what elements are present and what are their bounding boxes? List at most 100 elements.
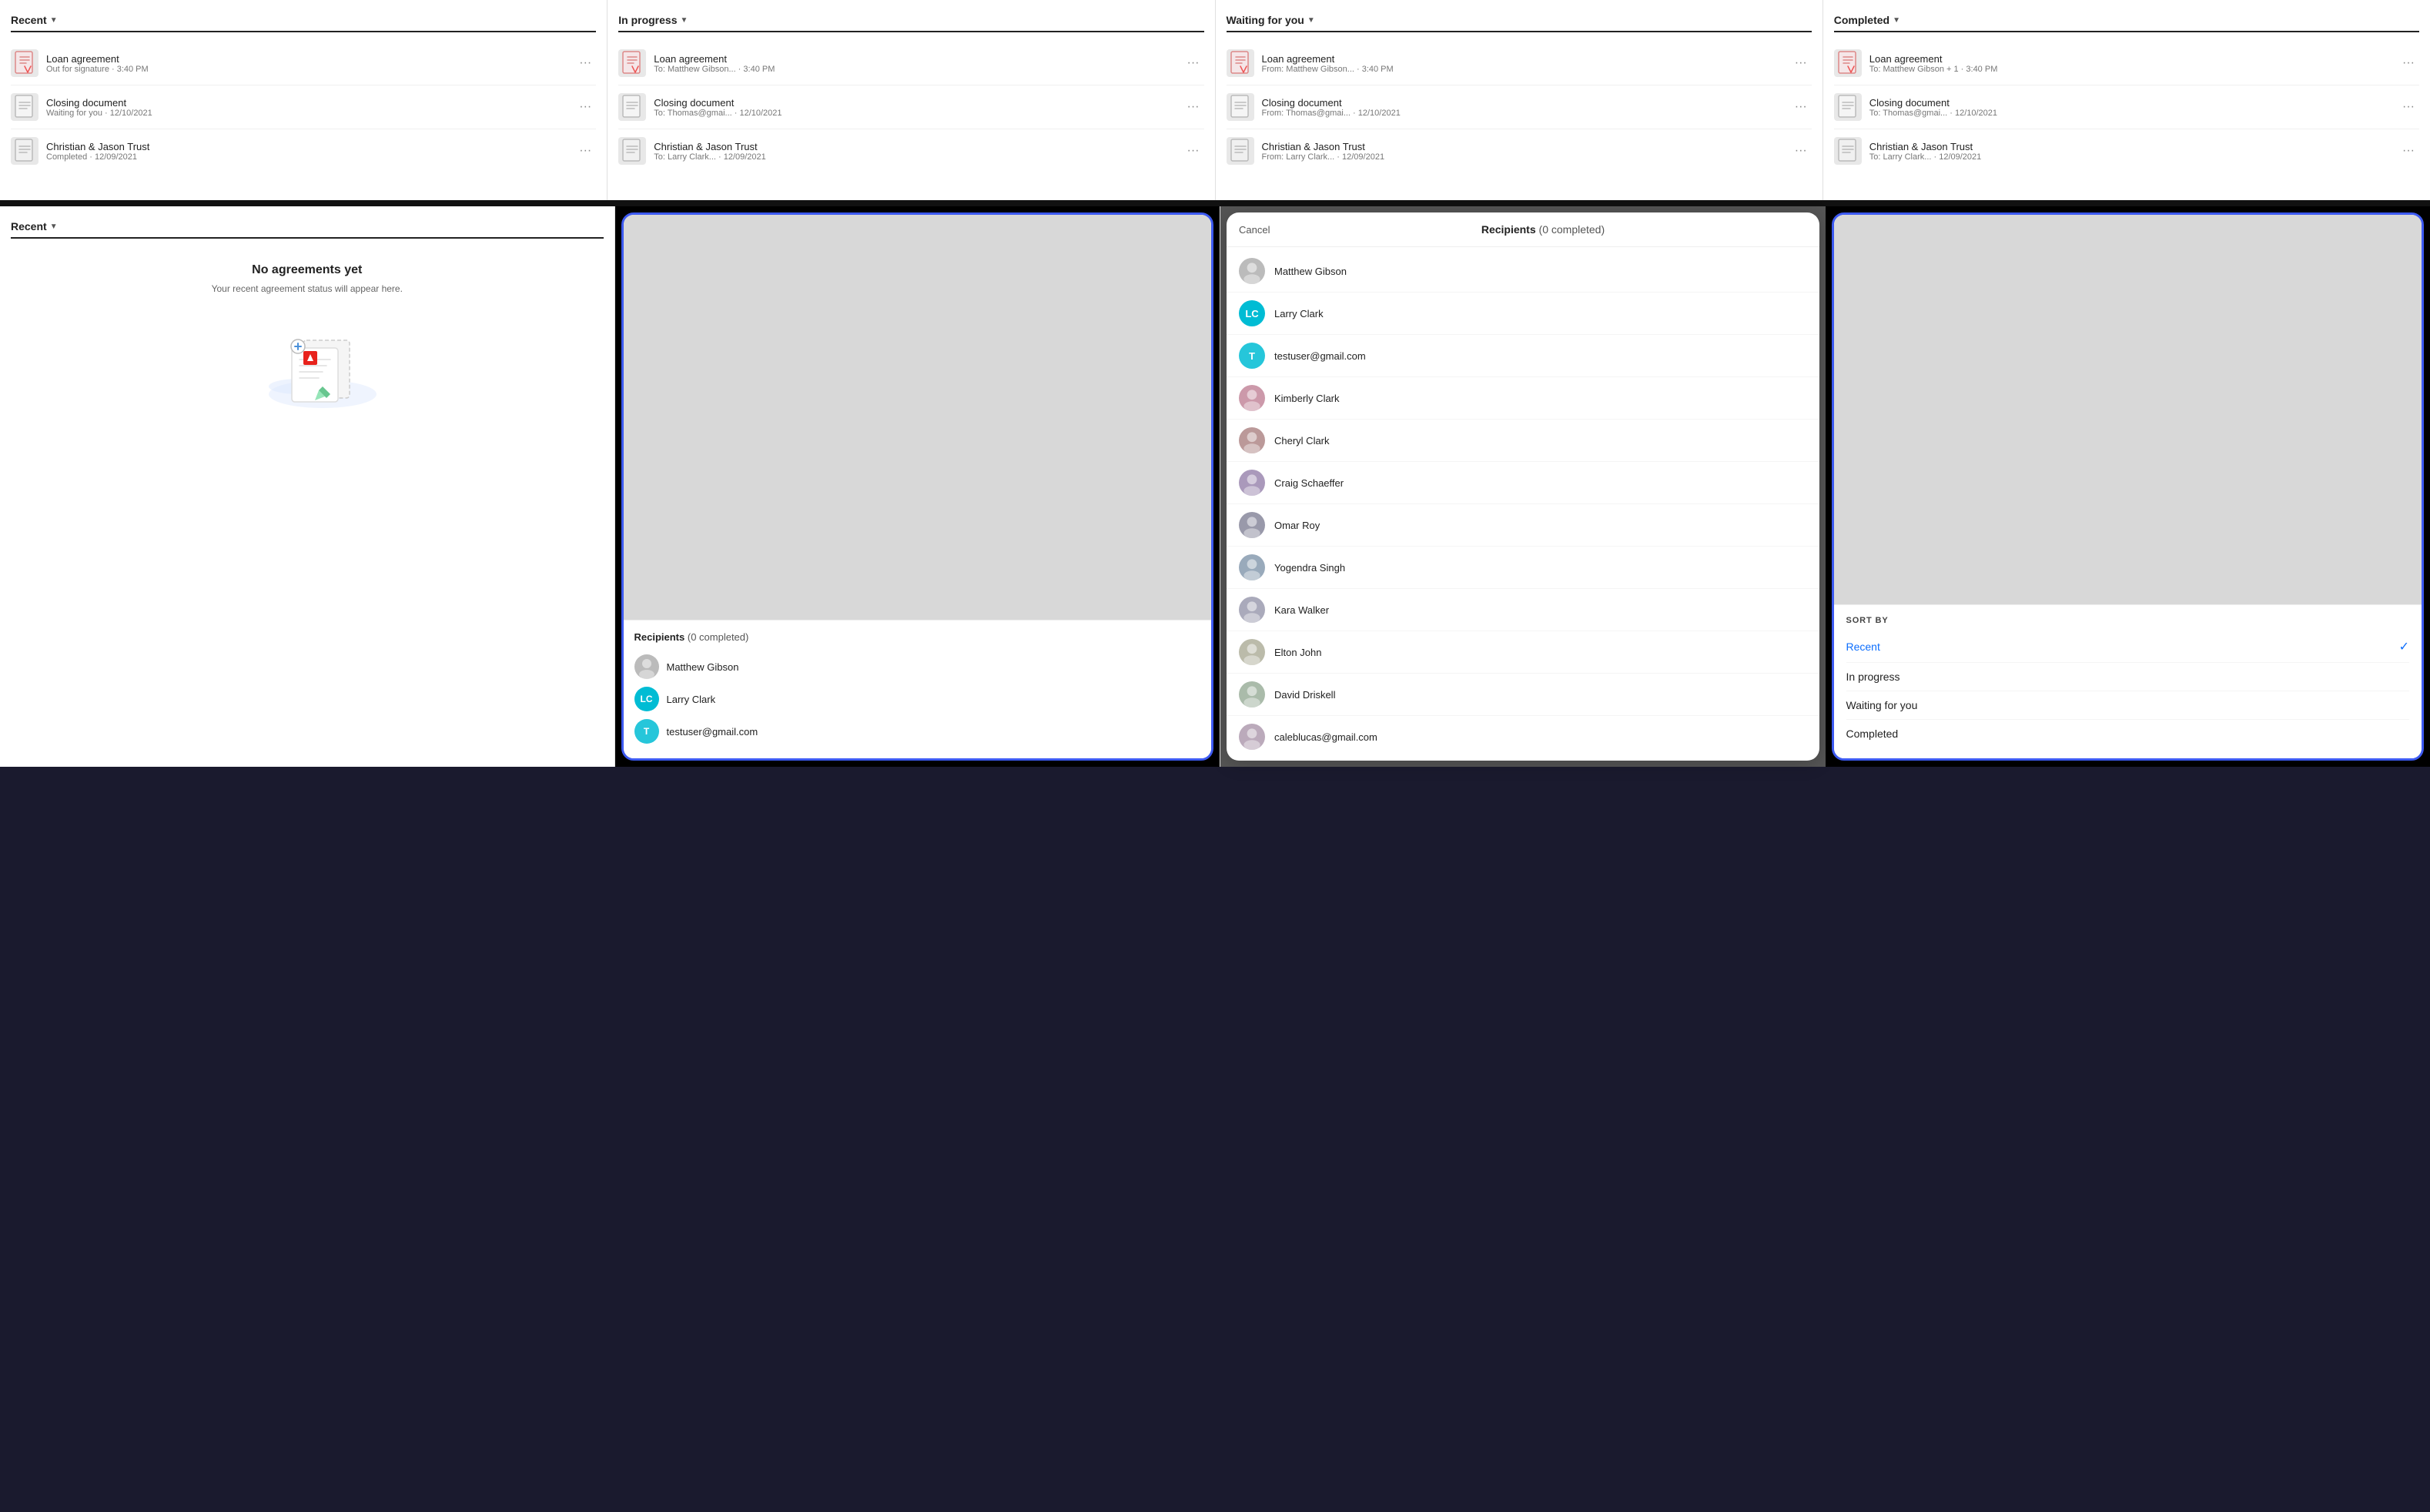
agreement-name: Loan agreement [1262, 53, 1782, 65]
empty-state: No agreements yet Your recent agreement … [11, 248, 604, 753]
agreement-sub: From: Thomas@gmai... · 12/10/2021 [1262, 109, 1782, 118]
sort-inner: SORT BY Recent ✓ In progress Waiting for… [1832, 212, 2425, 761]
top-panel-recent: Recent ▼ Loan agreement Out for signatur… [0, 0, 608, 200]
more-options-icon[interactable]: ··· [2398, 99, 2419, 115]
chevron-down-icon: ▼ [50, 222, 58, 231]
more-options-icon[interactable]: ··· [1790, 99, 1812, 115]
more-options-icon[interactable]: ··· [1790, 55, 1812, 72]
agreement-sub: Waiting for you · 12/10/2021 [46, 109, 567, 118]
modal-recipient-item-3[interactable]: Kimberly Clark [1227, 377, 1819, 420]
panel-header-in-progress[interactable]: In progress ▼ [618, 14, 1203, 32]
panel-header-title: Completed [1834, 14, 1889, 26]
agreement-name: Loan agreement [46, 53, 567, 65]
top-panel-completed: Completed ▼ Loan agreement To: Matthew G… [1823, 0, 2430, 200]
agreement-item-3-2[interactable]: Christian & Jason Trust To: Larry Clark.… [1834, 129, 2419, 172]
modal-recipient-item-11[interactable]: caleblucas@gmail.com [1227, 716, 1819, 758]
agreement-sub: Completed · 12/09/2021 [46, 152, 567, 162]
modal-recipient-item-5[interactable]: Craig Schaeffer [1227, 462, 1819, 504]
sort-checkmark-icon: ✓ [2399, 639, 2409, 654]
modal-recipient-name-9: Elton John [1274, 647, 1321, 658]
empty-panel-header[interactable]: Recent ▼ [11, 220, 604, 239]
panel-header-waiting-for-you[interactable]: Waiting for you ▼ [1227, 14, 1812, 32]
sort-option-0[interactable]: Recent ✓ [1846, 631, 2410, 663]
more-options-icon[interactable]: ··· [1183, 99, 1204, 115]
more-options-icon[interactable]: ··· [574, 99, 596, 115]
agreement-name: Closing document [46, 97, 567, 109]
bottom-row: Recent ▼ No agreements yet Your recent a… [0, 206, 2430, 767]
sort-option-label-1: In progress [1846, 671, 1900, 683]
agreement-sub: To: Thomas@gmai... · 12/10/2021 [1869, 109, 2390, 118]
modal-recipient-item-7[interactable]: Yogendra Singh [1227, 547, 1819, 589]
agreement-name: Closing document [1262, 97, 1782, 109]
modal-recipient-item-1[interactable]: LC Larry Clark [1227, 293, 1819, 335]
modal-recipient-name-2: testuser@gmail.com [1274, 350, 1366, 362]
agreement-sub: From: Larry Clark... · 12/09/2021 [1262, 152, 1782, 162]
agreement-item-3-1[interactable]: Closing document To: Thomas@gmai... · 12… [1834, 85, 2419, 129]
top-panel-waiting-for-you: Waiting for you ▼ Loan agreement From: M… [1216, 0, 1823, 200]
agreement-info: Closing document To: Thomas@gmai... · 12… [654, 97, 1174, 118]
agreement-item-0-0[interactable]: Loan agreement Out for signature · 3:40 … [11, 42, 596, 85]
agreement-sub: To: Thomas@gmai... · 12/10/2021 [654, 109, 1174, 118]
modal-card: Cancel Recipients (0 completed) Matthew … [1227, 212, 1819, 761]
recipient-name: Larry Clark [667, 694, 716, 705]
sort-option-label-2: Waiting for you [1846, 699, 1918, 711]
sort-option-3[interactable]: Completed [1846, 720, 2410, 748]
modal-recipient-item-6[interactable]: Omar Roy [1227, 504, 1819, 547]
more-options-icon[interactable]: ··· [574, 55, 596, 72]
agreement-item-1-0[interactable]: Loan agreement To: Matthew Gibson... · 3… [618, 42, 1203, 85]
modal-count: (0 completed) [1539, 223, 1605, 236]
row-divider [0, 200, 2430, 206]
more-options-icon[interactable]: ··· [574, 142, 596, 159]
sort-option-1[interactable]: In progress [1846, 663, 2410, 691]
more-options-icon[interactable]: ··· [1183, 55, 1204, 72]
agreement-info: Closing document To: Thomas@gmai... · 12… [1869, 97, 2390, 118]
agreement-item-2-1[interactable]: Closing document From: Thomas@gmai... · … [1227, 85, 1812, 129]
empty-state-panel: Recent ▼ No agreements yet Your recent a… [0, 206, 615, 767]
agreement-thumb [11, 137, 38, 165]
agreement-thumb [11, 49, 38, 77]
agreement-thumb [1834, 93, 1862, 121]
agreement-info: Loan agreement From: Matthew Gibson... ·… [1262, 53, 1782, 74]
recipient-item-1: LC Larry Clark [634, 683, 1201, 715]
agreement-item-0-2[interactable]: Christian & Jason Trust Completed · 12/0… [11, 129, 596, 172]
chevron-down-icon: ▼ [1893, 16, 1900, 25]
agreement-item-2-2[interactable]: Christian & Jason Trust From: Larry Clar… [1227, 129, 1812, 172]
agreement-thumb [1227, 49, 1254, 77]
agreement-info: Christian & Jason Trust To: Larry Clark.… [1869, 141, 2390, 162]
modal-recipient-item-9[interactable]: Elton John [1227, 631, 1819, 674]
agreement-name: Christian & Jason Trust [654, 141, 1174, 152]
modal-recipient-item-2[interactable]: T testuser@gmail.com [1227, 335, 1819, 377]
agreement-item-3-0[interactable]: Loan agreement To: Matthew Gibson + 1 · … [1834, 42, 2419, 85]
modal-recipient-item-0[interactable]: Matthew Gibson [1227, 250, 1819, 293]
sort-option-2[interactable]: Waiting for you [1846, 691, 2410, 720]
modal-recipient-item-8[interactable]: Kara Walker [1227, 589, 1819, 631]
agreement-name: Closing document [1869, 97, 2390, 109]
panel-header-completed[interactable]: Completed ▼ [1834, 14, 2419, 32]
more-options-icon[interactable]: ··· [1790, 142, 1812, 159]
card-recipients: Recipients (0 completed) Matthew Gibson … [624, 620, 1212, 758]
agreement-info: Christian & Jason Trust Completed · 12/0… [46, 141, 567, 162]
sort-option-label-0: Recent [1846, 641, 1880, 653]
agreement-sub: To: Larry Clark... · 12/09/2021 [1869, 152, 2390, 162]
more-options-icon[interactable]: ··· [1183, 142, 1204, 159]
cancel-button[interactable]: Cancel [1239, 224, 1270, 236]
card-inner: Recipients (0 completed) Matthew Gibson … [621, 212, 1214, 761]
panel-header-title: Waiting for you [1227, 14, 1304, 26]
more-options-icon[interactable]: ··· [2398, 142, 2419, 159]
recipient-name: Matthew Gibson [667, 661, 739, 673]
agreement-item-1-1[interactable]: Closing document To: Thomas@gmai... · 12… [618, 85, 1203, 129]
modal-recipient-name-5: Craig Schaeffer [1274, 477, 1344, 489]
more-options-icon[interactable]: ··· [2398, 55, 2419, 72]
agreement-thumb [1227, 93, 1254, 121]
modal-recipient-item-10[interactable]: David Driskell [1227, 674, 1819, 716]
agreement-item-0-1[interactable]: Closing document Waiting for you · 12/10… [11, 85, 596, 129]
chevron-down-icon: ▼ [50, 16, 58, 25]
agreement-sub: Out for signature · 3:40 PM [46, 65, 567, 74]
agreement-thumb [11, 93, 38, 121]
modal-list: Matthew Gibson LC Larry Clark T testuser… [1227, 247, 1819, 761]
agreement-name: Christian & Jason Trust [46, 141, 567, 152]
agreement-item-1-2[interactable]: Christian & Jason Trust To: Larry Clark.… [618, 129, 1203, 172]
agreement-item-2-0[interactable]: Loan agreement From: Matthew Gibson... ·… [1227, 42, 1812, 85]
modal-recipient-item-4[interactable]: Cheryl Clark [1227, 420, 1819, 462]
panel-header-recent[interactable]: Recent ▼ [11, 14, 596, 32]
